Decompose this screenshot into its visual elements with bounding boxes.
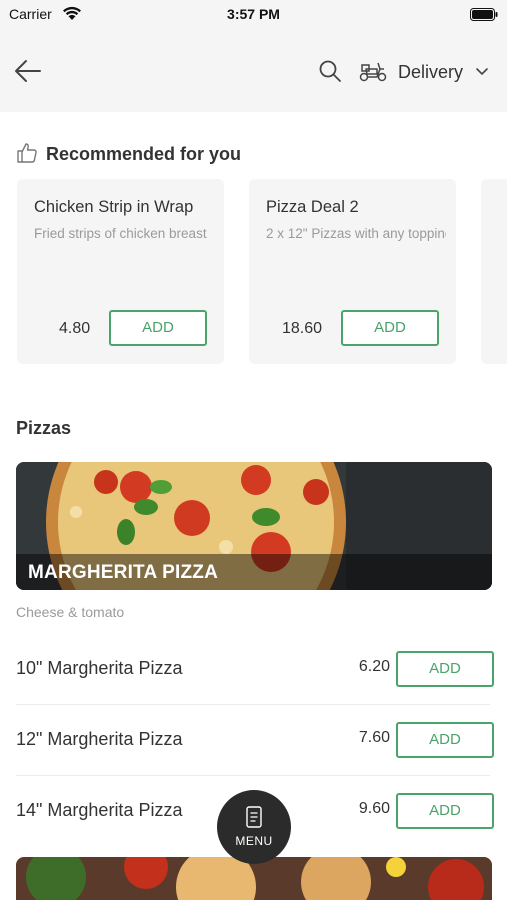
menu-button[interactable]: MENU xyxy=(217,790,291,864)
card-item-name: Chicken Strip in Wrap xyxy=(34,198,194,216)
scooter-icon xyxy=(359,62,387,82)
add-button[interactable]: ADD xyxy=(341,310,439,346)
menu-item-price: 9.60 xyxy=(358,800,390,817)
menu-item-price: 7.60 xyxy=(358,729,390,746)
add-button[interactable]: ADD xyxy=(396,793,494,829)
card-item-description: Fried strips of chicken breast xyxy=(34,226,207,241)
card-item-price: 18.60 xyxy=(282,320,323,337)
add-button[interactable]: ADD xyxy=(109,310,207,346)
back-arrow-icon[interactable] xyxy=(14,58,42,84)
recommended-header: Recommended for you xyxy=(16,142,316,168)
menu-item-name: 14" Margherita Pizza xyxy=(16,800,183,820)
recommended-card[interactable]: Chicken Strip in Wrap Fried strips of ch… xyxy=(17,179,224,364)
app-header: Delivery xyxy=(0,30,507,112)
battery-icon xyxy=(470,8,498,21)
card-item-price: 4.80 xyxy=(59,320,91,337)
category-description: Cheese & tomato xyxy=(16,604,125,620)
search-icon[interactable] xyxy=(318,59,342,83)
menu-item-name: 10" Margherita Pizza xyxy=(16,658,183,678)
add-button[interactable]: ADD xyxy=(396,651,494,687)
category-banner: MARGHERITA PIZZA xyxy=(16,462,492,590)
menu-item-row: 10" Margherita Pizza 6.20 ADD xyxy=(16,634,494,705)
recommended-card[interactable]: Pizza Deal 2 2 x 12" Pizzas with any top… xyxy=(249,179,456,364)
banner-title: MARGHERITA PIZZA xyxy=(28,562,219,583)
menu-book-icon xyxy=(246,806,262,828)
clock: 3:57 PM xyxy=(227,6,280,22)
card-item-name: Pizza Deal 2 xyxy=(266,198,359,216)
menu-item-row: 12" Margherita Pizza 7.60 ADD xyxy=(16,705,494,776)
delivery-selector[interactable]: Delivery xyxy=(358,58,498,86)
menu-item-price: 6.20 xyxy=(358,658,390,675)
menu-label: MENU xyxy=(235,834,273,848)
add-button[interactable]: ADD xyxy=(396,722,494,758)
thumbs-up-icon xyxy=(17,143,37,163)
card-item-description: 2 x 12" Pizzas with any toppings, 12" ga… xyxy=(266,226,446,241)
category-title: Pizzas xyxy=(16,418,72,438)
recommended-title: Recommended for you xyxy=(46,144,242,164)
delivery-label: Delivery xyxy=(398,62,464,82)
recommended-card-partial[interactable] xyxy=(481,179,507,364)
menu-item-name: 12" Margherita Pizza xyxy=(16,729,183,749)
status-bar: Carrier 3:57 PM xyxy=(0,0,507,30)
chevron-down-icon xyxy=(476,68,488,76)
